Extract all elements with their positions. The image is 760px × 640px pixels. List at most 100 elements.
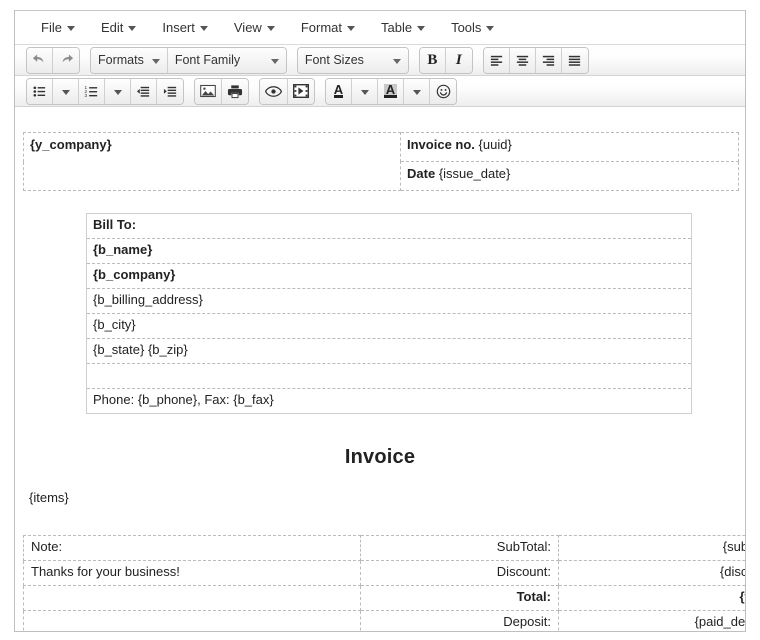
subtotal-label-cell[interactable]: SubTotal:: [360, 535, 559, 561]
total-value: {total}: [739, 589, 745, 604]
align-right-button[interactable]: [535, 47, 562, 73]
menu-item-format[interactable]: Format: [291, 16, 365, 39]
outdent-button[interactable]: [131, 78, 157, 104]
font-size-group: Font Sizes: [296, 46, 409, 74]
background-color-button[interactable]: A: [378, 78, 404, 104]
table-row[interactable]: {b_company}: [86, 263, 692, 289]
bill-to-name: {b_name}: [93, 242, 153, 257]
deposit-label: Deposit:: [503, 614, 551, 629]
undo-button[interactable]: [27, 47, 53, 73]
menu-item-view[interactable]: View: [224, 16, 285, 39]
bullet-list-button[interactable]: [27, 78, 53, 104]
note-blank-cell-1[interactable]: [23, 585, 361, 611]
invoice-no-cell[interactable]: Invoice no. {uuid}: [400, 132, 739, 162]
table-row[interactable]: Thanks for your business! Discount: {dis…: [23, 560, 745, 586]
invoice-header-table[interactable]: {y_company} Invoice no. {uuid} Date {iss…: [23, 132, 739, 191]
discount-value: {discount}: [719, 564, 745, 579]
numbered-list-dropdown[interactable]: [105, 78, 131, 104]
bill-to-blank: [93, 367, 97, 382]
font-sizes-label: Font Sizes: [304, 53, 364, 67]
bullet-list-dropdown[interactable]: [53, 78, 79, 104]
align-left-button[interactable]: [483, 47, 510, 73]
deposit-label-cell[interactable]: Deposit:: [360, 610, 559, 631]
note-text-cell[interactable]: Thanks for your business!: [23, 560, 361, 586]
company-cell[interactable]: {y_company}: [23, 132, 401, 191]
bill-to-city-cell[interactable]: {b_city}: [86, 313, 692, 339]
svg-text:3: 3: [84, 93, 87, 98]
date-cell[interactable]: Date {issue_date}: [400, 161, 739, 191]
preview-button[interactable]: [260, 78, 288, 104]
table-row[interactable]: {b_billing_address}: [86, 288, 692, 314]
menu-item-edit[interactable]: Edit: [91, 16, 146, 39]
discount-label-cell[interactable]: Discount:: [360, 560, 559, 586]
table-row[interactable]: {y_company} Invoice no. {uuid}: [23, 132, 739, 191]
formats-dropdown[interactable]: Formats: [91, 47, 168, 73]
table-row[interactable]: {b_city}: [86, 313, 692, 339]
italic-button[interactable]: I: [445, 47, 472, 73]
menu-item-label: Format: [300, 20, 342, 35]
deposit-value-cell[interactable]: {paid_deposit}: [558, 610, 745, 631]
bill-to-phone-fax-cell[interactable]: Phone: {b_phone}, Fax: {b_fax}: [86, 388, 692, 414]
insert-group: [194, 77, 249, 105]
font-sizes-dropdown[interactable]: Font Sizes: [297, 47, 408, 73]
date-value: {issue_date}: [438, 166, 511, 181]
menu-item-label: Table: [381, 20, 413, 35]
bill-to-address-cell[interactable]: {b_billing_address}: [86, 288, 692, 314]
menu-item-label: Insert: [162, 20, 195, 35]
subtotal-value-cell[interactable]: {subtotal}: [558, 535, 745, 561]
indent-button[interactable]: [157, 78, 183, 104]
redo-button[interactable]: [53, 47, 79, 73]
bill-to-name-cell[interactable]: {b_name}: [86, 238, 692, 264]
background-color-label: A: [383, 82, 398, 98]
menu-item-insert[interactable]: Insert: [152, 16, 218, 39]
bill-to-state-zip-cell[interactable]: {b_state} {b_zip}: [86, 338, 692, 364]
table-row[interactable]: [86, 363, 692, 389]
table-row[interactable]: {b_name}: [86, 238, 692, 264]
redo-icon: [62, 54, 73, 62]
text-color-button[interactable]: A: [326, 78, 352, 104]
align-justify-button[interactable]: [561, 47, 588, 73]
note-label-cell[interactable]: Note:: [23, 535, 361, 561]
formats-label: Formats: [98, 53, 144, 67]
total-label-cell[interactable]: Total:: [360, 585, 559, 611]
font-family-dropdown[interactable]: Font Family: [167, 47, 286, 73]
alignment-group: [482, 46, 589, 74]
insert-image-button[interactable]: [195, 78, 222, 104]
table-row[interactable]: Total: {total}: [23, 585, 745, 611]
chevron-down-icon: [392, 58, 401, 64]
emoticon-button[interactable]: [430, 78, 456, 104]
print-button[interactable]: [222, 78, 248, 104]
chevron-down-icon: [266, 26, 275, 31]
chevron-down-icon: [128, 26, 137, 31]
note-blank-cell-2[interactable]: [23, 610, 361, 631]
total-value-cell[interactable]: {total}: [558, 585, 745, 611]
numbered-list-button[interactable]: 1 2 3: [79, 78, 105, 104]
table-row[interactable]: Bill To:: [86, 213, 692, 239]
bill-to-table[interactable]: Bill To: {b_name} {b_company} {b_billing…: [86, 213, 692, 414]
bill-to-title-cell[interactable]: Bill To:: [86, 213, 692, 239]
table-row[interactable]: Deposit: {paid_deposit}: [23, 610, 745, 631]
table-row[interactable]: {b_state} {b_zip}: [86, 338, 692, 364]
table-row[interactable]: Phone: {b_phone}, Fax: {b_fax}: [86, 388, 692, 414]
background-color-dropdown[interactable]: [404, 78, 430, 104]
menu-item-label: Edit: [100, 20, 124, 35]
menu-item-file[interactable]: File: [31, 16, 85, 39]
indent-icon: [163, 86, 176, 97]
table-row[interactable]: Note: SubTotal: {subtotal}: [23, 535, 745, 561]
text-color-dropdown[interactable]: [352, 78, 378, 104]
discount-value-cell[interactable]: {discount}: [558, 560, 745, 586]
menu-item-label: Tools: [451, 20, 482, 35]
bill-to-company-cell[interactable]: {b_company}: [86, 263, 692, 289]
note-text: Thanks for your business!: [31, 564, 180, 579]
insert-media-button[interactable]: [288, 78, 314, 104]
align-center-button[interactable]: [509, 47, 536, 73]
totals-table[interactable]: Note: SubTotal: {subtotal} Thanks for yo…: [23, 535, 745, 631]
numbered-list-icon: 1 2 3: [84, 84, 98, 98]
bill-to-blank-cell[interactable]: [86, 363, 692, 389]
menu-item-tools[interactable]: Tools: [441, 16, 504, 39]
bold-button[interactable]: B: [419, 47, 446, 73]
chevron-down-icon: [412, 89, 421, 95]
menu-item-table[interactable]: Table: [371, 16, 435, 39]
document-content-area[interactable]: {y_company} Invoice no. {uuid} Date {iss…: [15, 124, 745, 631]
subtotal-value: {subtotal}: [722, 539, 745, 554]
